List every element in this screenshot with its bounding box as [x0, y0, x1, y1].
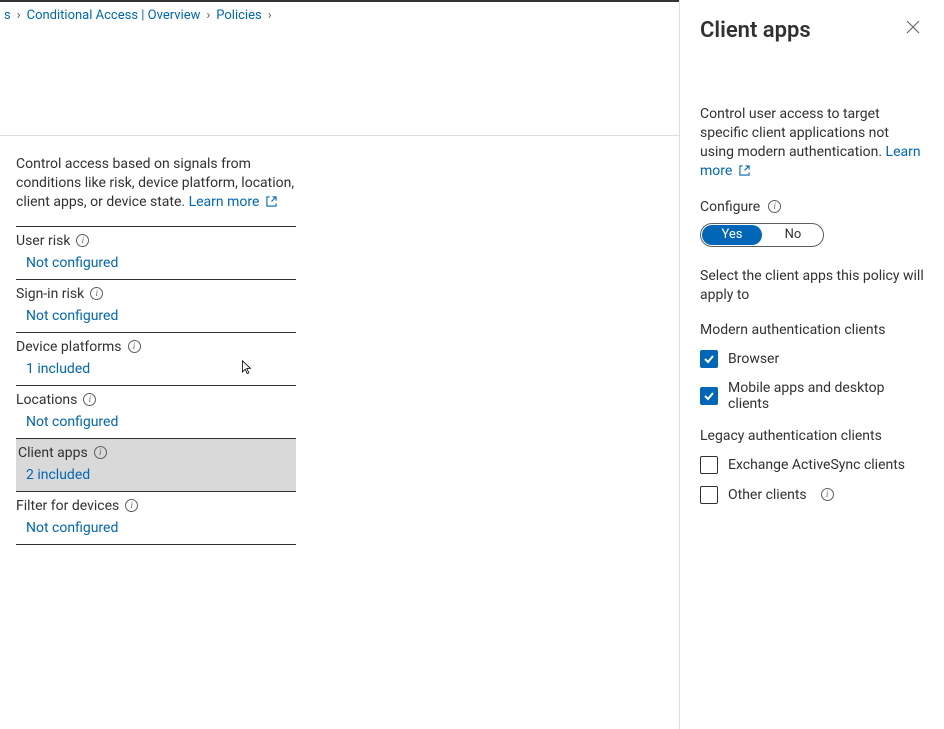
info-icon[interactable]: i [94, 446, 107, 459]
info-icon[interactable]: i [83, 393, 96, 406]
condition-label: Client apps [18, 445, 88, 461]
checkbox-label: Browser [728, 351, 779, 367]
learn-more-link[interactable]: Learn more [189, 194, 277, 210]
condition-client-apps[interactable]: Client apps i 2 included [16, 439, 296, 492]
select-instruction: Select the client apps this policy will … [700, 267, 924, 306]
condition-value[interactable]: 1 included [16, 357, 90, 379]
divider [0, 135, 679, 136]
close-button[interactable] [902, 18, 924, 41]
client-apps-panel: Client apps Control user access to targe… [679, 0, 944, 729]
info-icon[interactable]: i [821, 488, 834, 501]
checkbox-label: Mobile apps and desktop clients [728, 380, 924, 412]
chevron-right-icon: › [268, 8, 272, 23]
condition-user-risk[interactable]: User risk i Not configured [16, 226, 296, 280]
checkbox-label: Exchange ActiveSync clients [728, 457, 905, 473]
condition-label: User risk [16, 233, 70, 249]
configure-label: Configure [700, 199, 760, 215]
condition-value[interactable]: Not configured [16, 251, 118, 273]
toggle-option-yes[interactable]: Yes [702, 225, 762, 245]
info-icon[interactable]: i [768, 200, 781, 213]
info-icon[interactable]: i [128, 340, 141, 353]
checkbox-icon [700, 456, 718, 474]
condition-label: Device platforms [16, 339, 122, 355]
condition-value[interactable]: Not configured [16, 304, 118, 326]
condition-value[interactable]: 2 included [16, 463, 90, 485]
condition-locations[interactable]: Locations i Not configured [16, 386, 296, 439]
panel-title: Client apps [700, 18, 811, 43]
checkbox-exchange-activesync[interactable]: Exchange ActiveSync clients [700, 456, 924, 474]
group-label-modern: Modern authentication clients [700, 322, 924, 338]
close-icon [906, 21, 920, 38]
panel-description: Control user access to target specific c… [700, 105, 924, 181]
chevron-right-icon: › [206, 8, 210, 23]
breadcrumb-item-policies[interactable]: Policies [216, 8, 261, 23]
chevron-right-icon: › [17, 8, 21, 23]
learn-more-label: Learn more [189, 194, 260, 210]
condition-filter-devices[interactable]: Filter for devices i Not configured [16, 492, 296, 545]
checkbox-browser[interactable]: Browser [700, 350, 924, 368]
checkbox-mobile-desktop[interactable]: Mobile apps and desktop clients [700, 380, 924, 412]
condition-label: Filter for devices [16, 498, 119, 514]
condition-value[interactable]: Not configured [16, 410, 118, 432]
checkbox-icon [700, 350, 718, 368]
conditions-list: User risk i Not configured Sign-in risk … [16, 226, 296, 545]
conditions-intro: Control access based on signals from con… [16, 155, 306, 212]
external-link-icon [266, 194, 277, 205]
breadcrumb-item-conditional-access[interactable]: Conditional Access | Overview [27, 8, 201, 23]
checkbox-icon [700, 387, 718, 405]
checkbox-other-clients[interactable]: Other clients i [700, 486, 924, 504]
toggle-option-no[interactable]: No [763, 224, 823, 246]
breadcrumb-item-truncated[interactable]: s [4, 8, 11, 23]
panel-description-text: Control user access to target specific c… [700, 106, 889, 160]
group-label-legacy: Legacy authentication clients [700, 428, 924, 444]
info-icon[interactable]: i [125, 499, 138, 512]
checkbox-icon [700, 486, 718, 504]
condition-device-platforms[interactable]: Device platforms i 1 included [16, 333, 296, 386]
condition-label: Locations [16, 392, 77, 408]
info-icon[interactable]: i [76, 234, 89, 247]
checkbox-label: Other clients [728, 487, 807, 503]
condition-value[interactable]: Not configured [16, 516, 118, 538]
condition-signin-risk[interactable]: Sign-in risk i Not configured [16, 280, 296, 333]
info-icon[interactable]: i [90, 287, 103, 300]
configure-toggle[interactable]: Yes No [700, 223, 824, 247]
condition-label: Sign-in risk [16, 286, 84, 302]
external-link-icon [739, 163, 750, 174]
